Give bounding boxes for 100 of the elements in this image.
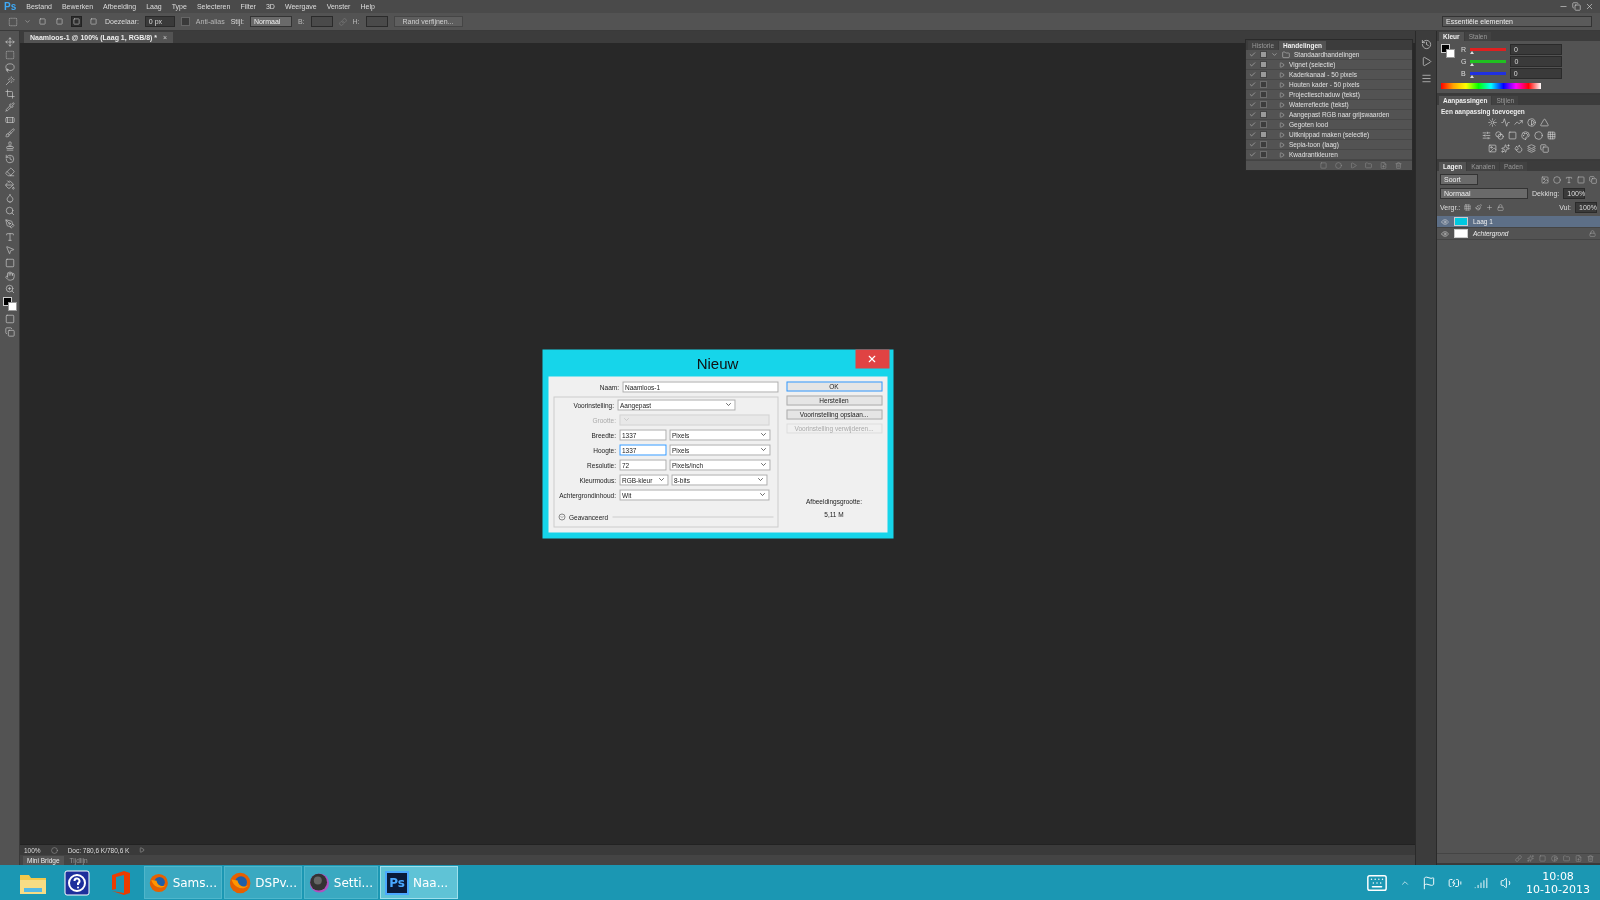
- new-layer-icon: [1575, 855, 1582, 862]
- bandage-tool-icon[interactable]: [4, 115, 15, 125]
- adjustment-icon: [1551, 855, 1558, 862]
- marquee-tool-icon[interactable]: [4, 50, 15, 60]
- background-swatch[interactable]: [7, 302, 17, 311]
- image-icon[interactable]: [1488, 144, 1497, 153]
- dialog-toggle[interactable]: [1260, 81, 1267, 88]
- expand-toggle-icon[interactable]: [558, 513, 565, 520]
- dialog-toggle[interactable]: [1260, 151, 1267, 158]
- dialog-toggle[interactable]: [1260, 111, 1267, 118]
- palette-icon[interactable]: [1520, 131, 1530, 140]
- dialog-toggle[interactable]: [1260, 121, 1267, 128]
- droplet-tool-icon[interactable]: [4, 193, 15, 203]
- caret-icon: [24, 18, 31, 25]
- brush-tool-icon[interactable]: [4, 128, 15, 138]
- layer-thumbnail: [1454, 229, 1468, 238]
- group-icon: [1563, 855, 1570, 862]
- stamp-tool-icon[interactable]: [4, 141, 15, 151]
- expanded-caret-icon: [1271, 51, 1278, 58]
- lock-icon: [1589, 230, 1596, 237]
- close-button[interactable]: [855, 349, 889, 368]
- lock-paint-icon: [1475, 204, 1483, 211]
- effects-icon: [1527, 855, 1534, 862]
- balance-icon[interactable]: [1494, 131, 1504, 140]
- dialog-toggle[interactable]: [1260, 131, 1267, 138]
- grid-icon[interactable]: [1546, 131, 1556, 140]
- flag-icon: [1422, 875, 1437, 890]
- triangle-icon[interactable]: [1540, 118, 1549, 127]
- sun-icon[interactable]: [1488, 118, 1497, 127]
- circle-icon[interactable]: [1533, 131, 1543, 140]
- mask-icon: [1539, 855, 1546, 862]
- selection-mode-button[interactable]: [37, 16, 48, 27]
- trash-icon: [1587, 855, 1594, 862]
- hand-tool-icon[interactable]: [4, 271, 15, 281]
- close-icon: [1585, 2, 1594, 11]
- history-icon: [1420, 39, 1432, 50]
- history-brush-tool-icon[interactable]: [4, 154, 15, 164]
- pen-tool-icon[interactable]: [4, 219, 15, 229]
- clock-date: 10-10-2013: [1526, 882, 1590, 896]
- dialog-toggle[interactable]: [1260, 91, 1267, 98]
- restore-icon: [1572, 2, 1581, 11]
- levels-icon[interactable]: [1501, 118, 1510, 127]
- channel-slider[interactable]: [1470, 47, 1507, 51]
- selection-mode-button[interactable]: [88, 16, 99, 27]
- paint-bucket-tool-icon[interactable]: [4, 180, 15, 190]
- eye-icon: [1441, 229, 1449, 238]
- color-spectrum[interactable]: [1441, 83, 1541, 89]
- lock-position-icon: [1486, 204, 1494, 211]
- dialog-toggle[interactable]: [1260, 51, 1267, 58]
- folder-icon: [1365, 162, 1372, 169]
- sparkle-icon[interactable]: [1501, 144, 1510, 153]
- channel-slider[interactable]: [1469, 71, 1506, 75]
- pointer-tool-icon[interactable]: [4, 245, 15, 255]
- lasso-tool-icon[interactable]: [4, 63, 15, 73]
- sliders-icon[interactable]: [1481, 131, 1491, 140]
- chevron-down-icon: [724, 400, 732, 409]
- layer-thumbnail: [1454, 217, 1468, 226]
- trash-icon: [1395, 162, 1402, 169]
- office-icon: [110, 869, 132, 896]
- lock-pixels-icon: [1464, 204, 1472, 211]
- status-menu-icon: [139, 847, 146, 853]
- link-icon: [1515, 855, 1522, 862]
- chevron-down-icon: [657, 475, 665, 484]
- folder-icon: [1282, 50, 1290, 59]
- background-swatch[interactable]: [1446, 49, 1455, 58]
- dialog-toggle[interactable]: [1260, 71, 1267, 78]
- stop-icon: [1320, 162, 1327, 169]
- close-icon: [866, 353, 878, 364]
- signal-icon: [1474, 875, 1489, 890]
- layers-icon[interactable]: [1527, 144, 1536, 153]
- height-field[interactable]: [365, 16, 388, 27]
- selection-mode-button[interactable]: [71, 16, 82, 27]
- record-icon: [1335, 162, 1342, 169]
- image-filter-icon: [1541, 175, 1549, 184]
- dialog-toggle[interactable]: [1260, 61, 1267, 68]
- taskbar-window-button[interactable]: Ps Naa...: [380, 866, 458, 899]
- channel-slider[interactable]: [1470, 59, 1507, 63]
- dialog-toggle[interactable]: [1260, 141, 1267, 148]
- help-icon: [64, 869, 90, 896]
- droplets-icon[interactable]: [1514, 144, 1523, 153]
- rectangle-tool-icon[interactable]: [4, 258, 15, 268]
- crop-tool-icon[interactable]: [4, 89, 15, 99]
- selection-mode-button[interactable]: [54, 16, 65, 27]
- quick-mask-icon: [4, 314, 15, 324]
- status-icon: [50, 846, 58, 854]
- clock-time: 10:08: [1542, 869, 1574, 883]
- width-field[interactable]: [310, 16, 333, 27]
- new-action-icon: [1380, 162, 1387, 169]
- dialog-toggle[interactable]: [1260, 101, 1267, 108]
- marquee-tool-icon: [8, 16, 18, 27]
- eyedropper-tool-icon[interactable]: [4, 102, 15, 112]
- actions-icon: [1420, 56, 1432, 67]
- curves-icon[interactable]: [1514, 118, 1523, 127]
- wand-tool-icon[interactable]: [4, 76, 15, 86]
- play-icon: [1350, 162, 1357, 169]
- eraser-tool-icon[interactable]: [4, 167, 15, 177]
- square-icon[interactable]: [1507, 131, 1517, 140]
- type-tool-icon[interactable]: [4, 232, 15, 242]
- app-icon: Ps: [385, 870, 409, 895]
- move-tool-icon[interactable]: [4, 37, 15, 47]
